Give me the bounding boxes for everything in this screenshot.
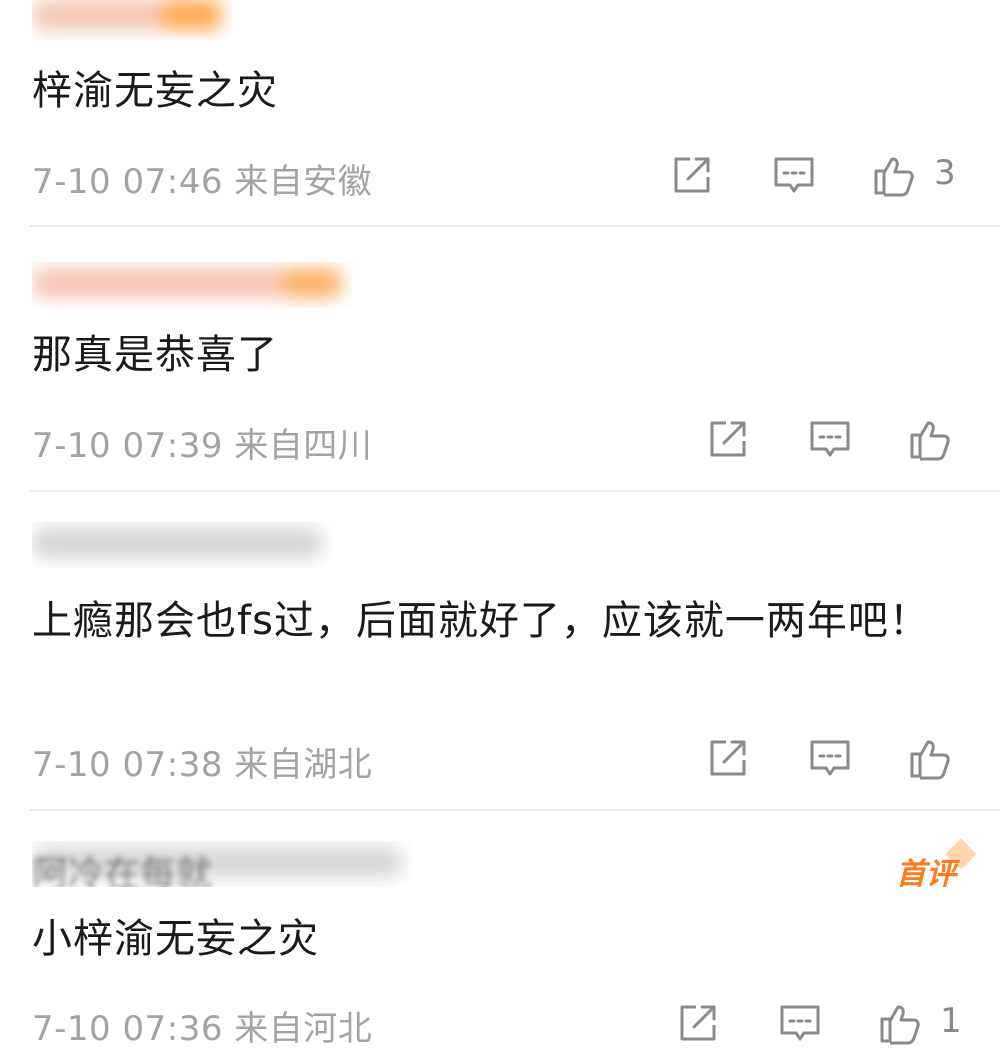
comment-actions: [704, 415, 964, 463]
share-icon: [710, 740, 746, 776]
username-blurred[interactable]: [32, 0, 232, 40]
comment-text: 小梓渝无妄之灾: [32, 916, 319, 962]
reply-button[interactable]: [770, 151, 818, 199]
thumbs-up-icon: [910, 421, 950, 461]
comment-location: 来自河北: [234, 1009, 373, 1049]
comment-actions: [704, 734, 964, 782]
share-button[interactable]: [704, 734, 752, 782]
comment-icon: [810, 740, 850, 776]
reply-button[interactable]: [776, 999, 824, 1047]
like-button[interactable]: [906, 734, 954, 782]
comment-item[interactable]: 那真是恭喜了 7-10 07:39 来自四川: [0, 226, 1000, 492]
like-button[interactable]: [906, 415, 954, 463]
comment-text: 那真是恭喜了: [32, 332, 278, 378]
comment-location: 来自四川: [234, 426, 373, 466]
first-comment-badge: 首评: [896, 849, 956, 893]
username-blurred[interactable]: [32, 262, 352, 308]
comment-meta: 7-10 07:39 来自四川: [32, 418, 372, 467]
username-blurred[interactable]: 阿冷在每就: [32, 841, 412, 887]
comment-text: 梓渝无妄之灾: [32, 68, 278, 114]
thumbs-up-icon: [874, 157, 914, 197]
username-blurred[interactable]: [32, 522, 332, 568]
comment-time: 7-10 07:38: [32, 745, 223, 785]
comment-time: 7-10 07:36: [32, 1009, 223, 1049]
comment-meta: 7-10 07:36 来自河北: [32, 1001, 372, 1050]
thumbs-up-icon: [880, 1005, 920, 1045]
comment-location: 来自安徽: [234, 162, 373, 202]
username-text: 阿冷在每就: [32, 854, 213, 887]
comment-icon: [780, 1005, 820, 1041]
comment-meta: 7-10 07:46 来自安徽: [32, 154, 372, 203]
comment-meta: 7-10 07:38 来自湖北: [32, 737, 372, 786]
comment-time: 7-10 07:46: [32, 162, 223, 202]
share-icon: [674, 157, 710, 193]
comment-actions: 3: [668, 151, 968, 199]
comment-item[interactable]: 上瘾那会也fs过，后面就好了，应该就一两年吧！ 7-10 07:38 来自湖北: [0, 492, 1000, 810]
like-count: 3: [934, 153, 956, 193]
share-icon: [710, 421, 746, 457]
thumbs-up-icon: [910, 740, 950, 780]
share-button[interactable]: [674, 999, 722, 1047]
like-button[interactable]: [870, 151, 918, 199]
like-button[interactable]: [876, 999, 924, 1047]
comment-icon: [810, 421, 850, 457]
comment-location: 来自湖北: [234, 745, 373, 785]
comment-icon: [774, 157, 814, 193]
share-button[interactable]: [668, 151, 716, 199]
comment-item[interactable]: 阿冷在每就 首评 小梓渝无妄之灾 7-10 07:36 来自河北 1: [0, 811, 1000, 1049]
share-button[interactable]: [704, 415, 752, 463]
share-icon: [680, 1005, 716, 1041]
comment-text: 上瘾那会也fs过，后面就好了，应该就一两年吧！: [32, 598, 930, 644]
comment-actions: 1: [674, 999, 974, 1047]
comment-time: 7-10 07:39: [32, 426, 223, 466]
comment-item[interactable]: 梓渝无妄之灾 7-10 07:46 来自安徽 3: [0, 0, 1000, 226]
like-count: 1: [940, 1001, 962, 1041]
reply-button[interactable]: [806, 734, 854, 782]
reply-button[interactable]: [806, 415, 854, 463]
